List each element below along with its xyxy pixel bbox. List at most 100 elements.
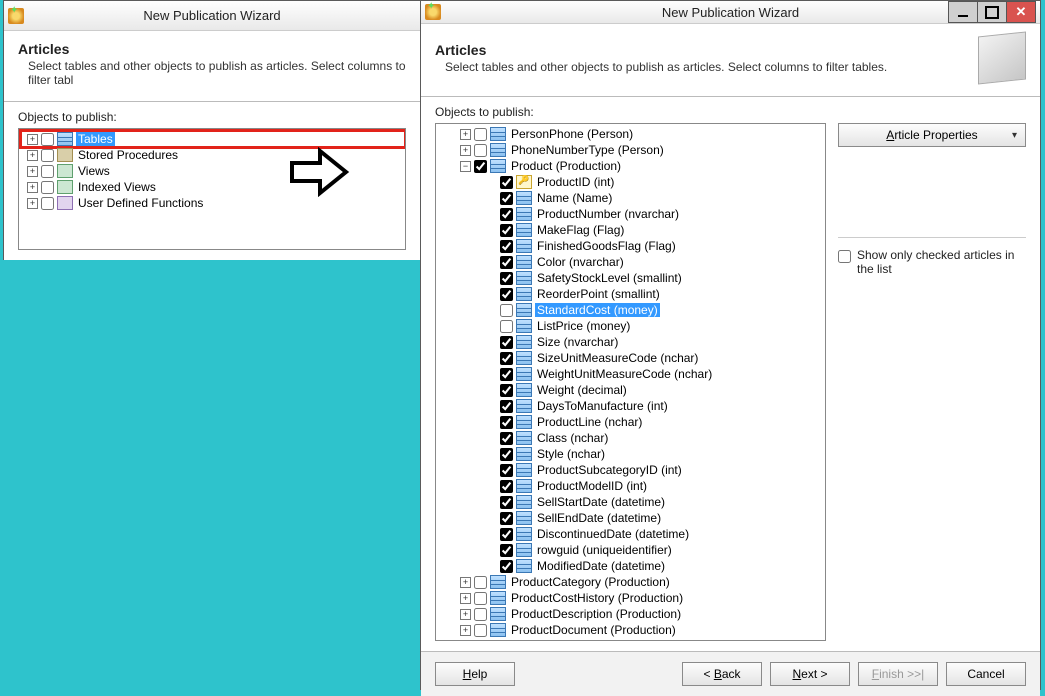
tree-checkbox[interactable] — [500, 480, 513, 493]
tree-node[interactable]: Color (nvarchar) — [438, 254, 825, 270]
tree-checkbox[interactable] — [41, 165, 54, 178]
tree-checkbox[interactable] — [500, 496, 513, 509]
maximize-button[interactable] — [977, 1, 1007, 23]
tree-node[interactable]: ProductSubcategoryID (int) — [438, 462, 825, 478]
tree-node[interactable]: ProductLine (nchar) — [438, 414, 825, 430]
tree-node[interactable]: ListPrice (money) — [438, 318, 825, 334]
tree-checkbox[interactable] — [500, 256, 513, 269]
tree-checkbox[interactable] — [500, 320, 513, 333]
expander-icon[interactable]: + — [27, 198, 38, 209]
expander-icon[interactable]: + — [27, 134, 38, 145]
tree-checkbox[interactable] — [474, 576, 487, 589]
tree-node[interactable]: SellStartDate (datetime) — [438, 494, 825, 510]
tree-checkbox[interactable] — [41, 181, 54, 194]
tree-checkbox[interactable] — [500, 464, 513, 477]
tree-node[interactable]: +Views — [21, 163, 405, 179]
tree-checkbox[interactable] — [500, 352, 513, 365]
tree-checkbox[interactable] — [500, 432, 513, 445]
tree-checkbox[interactable] — [500, 528, 513, 541]
tree-checkbox[interactable] — [500, 400, 513, 413]
tree-checkbox[interactable] — [500, 272, 513, 285]
tree-node[interactable]: SizeUnitMeasureCode (nchar) — [438, 350, 825, 366]
tree-node[interactable]: ReorderPoint (smallint) — [438, 286, 825, 302]
tree-checkbox[interactable] — [500, 368, 513, 381]
help-button[interactable]: Help — [435, 662, 515, 686]
tree-node[interactable]: MakeFlag (Flag) — [438, 222, 825, 238]
tree-checkbox[interactable] — [474, 128, 487, 141]
tree-node[interactable]: +Tables — [21, 131, 405, 147]
article-properties-button[interactable]: Article Properties — [838, 123, 1026, 147]
expander-icon[interactable]: + — [460, 577, 471, 588]
tree-node[interactable]: +User Defined Functions — [21, 195, 405, 211]
tree-checkbox[interactable] — [41, 149, 54, 162]
tree-node[interactable]: +Indexed Views — [21, 179, 405, 195]
cancel-button[interactable]: Cancel — [946, 662, 1026, 686]
tree-node[interactable]: +PersonPhone (Person) — [438, 126, 825, 142]
expander-icon[interactable]: + — [460, 609, 471, 620]
tree-node[interactable]: StandardCost (money) — [438, 302, 825, 318]
tree-checkbox[interactable] — [500, 192, 513, 205]
object-tree[interactable]: +PersonPhone (Person)+PhoneNumberType (P… — [435, 123, 826, 641]
object-tree-left[interactable]: +Tables+Stored Procedures+Views+Indexed … — [18, 128, 406, 250]
tree-checkbox[interactable] — [500, 208, 513, 221]
expander-icon[interactable]: + — [460, 145, 471, 156]
tree-checkbox[interactable] — [500, 240, 513, 253]
tree-node[interactable]: +PhoneNumberType (Person) — [438, 142, 825, 158]
titlebar[interactable]: New Publication Wizard — [421, 1, 1040, 24]
tree-checkbox[interactable] — [474, 624, 487, 637]
tree-node[interactable]: +ProductCategory (Production) — [438, 574, 825, 590]
tree-checkbox[interactable] — [41, 197, 54, 210]
tree-checkbox[interactable] — [500, 224, 513, 237]
tree-checkbox[interactable] — [500, 288, 513, 301]
tree-node[interactable]: FinishedGoodsFlag (Flag) — [438, 238, 825, 254]
tree-node[interactable]: rowguid (uniqueidentifier) — [438, 542, 825, 558]
tree-node[interactable]: Class (nchar) — [438, 430, 825, 446]
show-checked-only-checkbox[interactable] — [838, 250, 851, 263]
tree-node[interactable]: +Stored Procedures — [21, 147, 405, 163]
expander-icon[interactable]: + — [460, 625, 471, 636]
show-checked-only[interactable]: Show only checked articles in the list — [838, 248, 1026, 276]
tree-checkbox[interactable] — [500, 560, 513, 573]
expander-icon[interactable]: − — [460, 161, 471, 172]
tree-checkbox[interactable] — [500, 544, 513, 557]
tree-node[interactable]: ProductID (int) — [438, 174, 825, 190]
tree-node[interactable]: +ProductDocument (Production) — [438, 622, 825, 638]
tree-node[interactable]: Name (Name) — [438, 190, 825, 206]
expander-icon[interactable]: + — [27, 166, 38, 177]
tree-node[interactable]: SellEndDate (datetime) — [438, 510, 825, 526]
expander-icon[interactable]: + — [460, 593, 471, 604]
tree-node[interactable]: −Product (Production) — [438, 158, 825, 174]
tree-node[interactable]: Size (nvarchar) — [438, 334, 825, 350]
close-button[interactable] — [1006, 1, 1036, 23]
tree-node[interactable]: Weight (decimal) — [438, 382, 825, 398]
tree-node[interactable]: ProductModelID (int) — [438, 478, 825, 494]
tree-checkbox[interactable] — [474, 592, 487, 605]
tree-node[interactable]: ModifiedDate (datetime) — [438, 558, 825, 574]
tree-checkbox[interactable] — [500, 416, 513, 429]
tree-checkbox[interactable] — [474, 144, 487, 157]
tree-node[interactable]: ProductNumber (nvarchar) — [438, 206, 825, 222]
finish-button[interactable]: Finish >>| — [858, 662, 938, 686]
tree-checkbox[interactable] — [500, 384, 513, 397]
tree-checkbox[interactable] — [41, 133, 54, 146]
next-button[interactable]: Next > — [770, 662, 850, 686]
tree-checkbox[interactable] — [500, 448, 513, 461]
tree-node[interactable]: WeightUnitMeasureCode (nchar) — [438, 366, 825, 382]
expander-icon[interactable]: + — [27, 150, 38, 161]
tree-node[interactable]: SafetyStockLevel (smallint) — [438, 270, 825, 286]
tree-checkbox[interactable] — [474, 608, 487, 621]
expander-icon[interactable]: + — [27, 182, 38, 193]
minimize-button[interactable] — [948, 1, 978, 23]
tree-checkbox[interactable] — [500, 336, 513, 349]
tree-node[interactable]: Style (nchar) — [438, 446, 825, 462]
tree-checkbox[interactable] — [500, 512, 513, 525]
tree-checkbox[interactable] — [474, 160, 487, 173]
tree-node[interactable]: +ProductCostHistory (Production) — [438, 590, 825, 606]
tree-node[interactable]: +ProductDescription (Production) — [438, 606, 825, 622]
tree-checkbox[interactable] — [500, 176, 513, 189]
tree-node[interactable]: DaysToManufacture (int) — [438, 398, 825, 414]
tree-checkbox[interactable] — [500, 304, 513, 317]
tree-node[interactable]: DiscontinuedDate (datetime) — [438, 526, 825, 542]
back-button[interactable]: < Back — [682, 662, 762, 686]
expander-icon[interactable]: + — [460, 129, 471, 140]
